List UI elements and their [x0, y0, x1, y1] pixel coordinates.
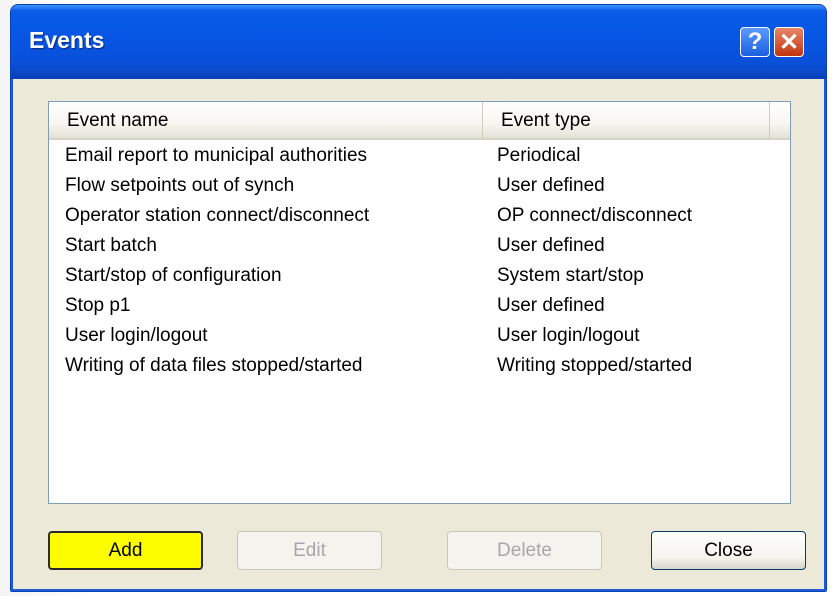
event-name-cell: User login/logout [65, 325, 208, 346]
list-rows: Email report to municipal authorities Per… [49, 140, 790, 380]
events-list[interactable]: Event name Event type Email report to mu… [48, 101, 791, 504]
event-type-cell: User login/logout [497, 325, 640, 346]
window-close-button[interactable]: ✕ [774, 27, 804, 57]
event-type-cell: User defined [497, 235, 605, 256]
add-button[interactable]: Add [48, 531, 203, 570]
list-item[interactable]: Flow setpoints out of synch User defined [49, 170, 790, 200]
title-bar[interactable]: Events ? ✕ [11, 5, 826, 79]
window-title: Events [29, 27, 105, 53]
edit-button[interactable]: Edit [237, 531, 382, 570]
list-item[interactable]: Operator station connect/disconnect OP co… [49, 200, 790, 230]
list-item[interactable]: Email report to municipal authorities Per… [49, 140, 790, 170]
event-type-cell: Periodical [497, 145, 581, 166]
close-icon: ✕ [778, 28, 800, 56]
event-type-cell: User defined [497, 175, 605, 196]
list-header: Event name Event type [49, 102, 790, 140]
event-name-cell: Flow setpoints out of synch [65, 175, 295, 196]
event-type-cell: User defined [497, 295, 605, 316]
event-name-cell: Start/stop of configuration [65, 265, 282, 286]
event-name-cell: Start batch [65, 235, 157, 256]
event-name-cell: Writing of data files stopped/started [65, 355, 363, 376]
help-button[interactable]: ? [740, 27, 770, 57]
dialog-content: Event name Event type Email report to mu… [14, 79, 823, 588]
list-item[interactable]: Writing of data files stopped/started Wri… [49, 350, 790, 380]
list-item[interactable]: User login/logout User login/logout [49, 320, 790, 350]
column-header-event-name[interactable]: Event name [49, 102, 483, 138]
close-button[interactable]: Close [651, 531, 806, 570]
event-name-cell: Stop p1 [65, 295, 131, 316]
list-item[interactable]: Start/stop of configuration System start/… [49, 260, 790, 290]
event-type-cell: Writing stopped/started [497, 355, 693, 376]
events-dialog: Events ? ✕ Event name Event type Email r… [10, 4, 827, 592]
list-item[interactable]: Stop p1 User defined [49, 290, 790, 320]
event-name-cell: Email report to municipal authorities [65, 145, 368, 166]
delete-button[interactable]: Delete [447, 531, 602, 570]
event-type-cell: OP connect/disconnect [497, 205, 693, 226]
list-item[interactable]: Start batch User defined [49, 230, 790, 260]
event-name-cell: Operator station connect/disconnect [65, 205, 370, 226]
column-header-event-type[interactable]: Event type [483, 102, 770, 138]
event-type-cell: System start/stop [497, 265, 644, 286]
help-icon: ? [747, 28, 763, 55]
